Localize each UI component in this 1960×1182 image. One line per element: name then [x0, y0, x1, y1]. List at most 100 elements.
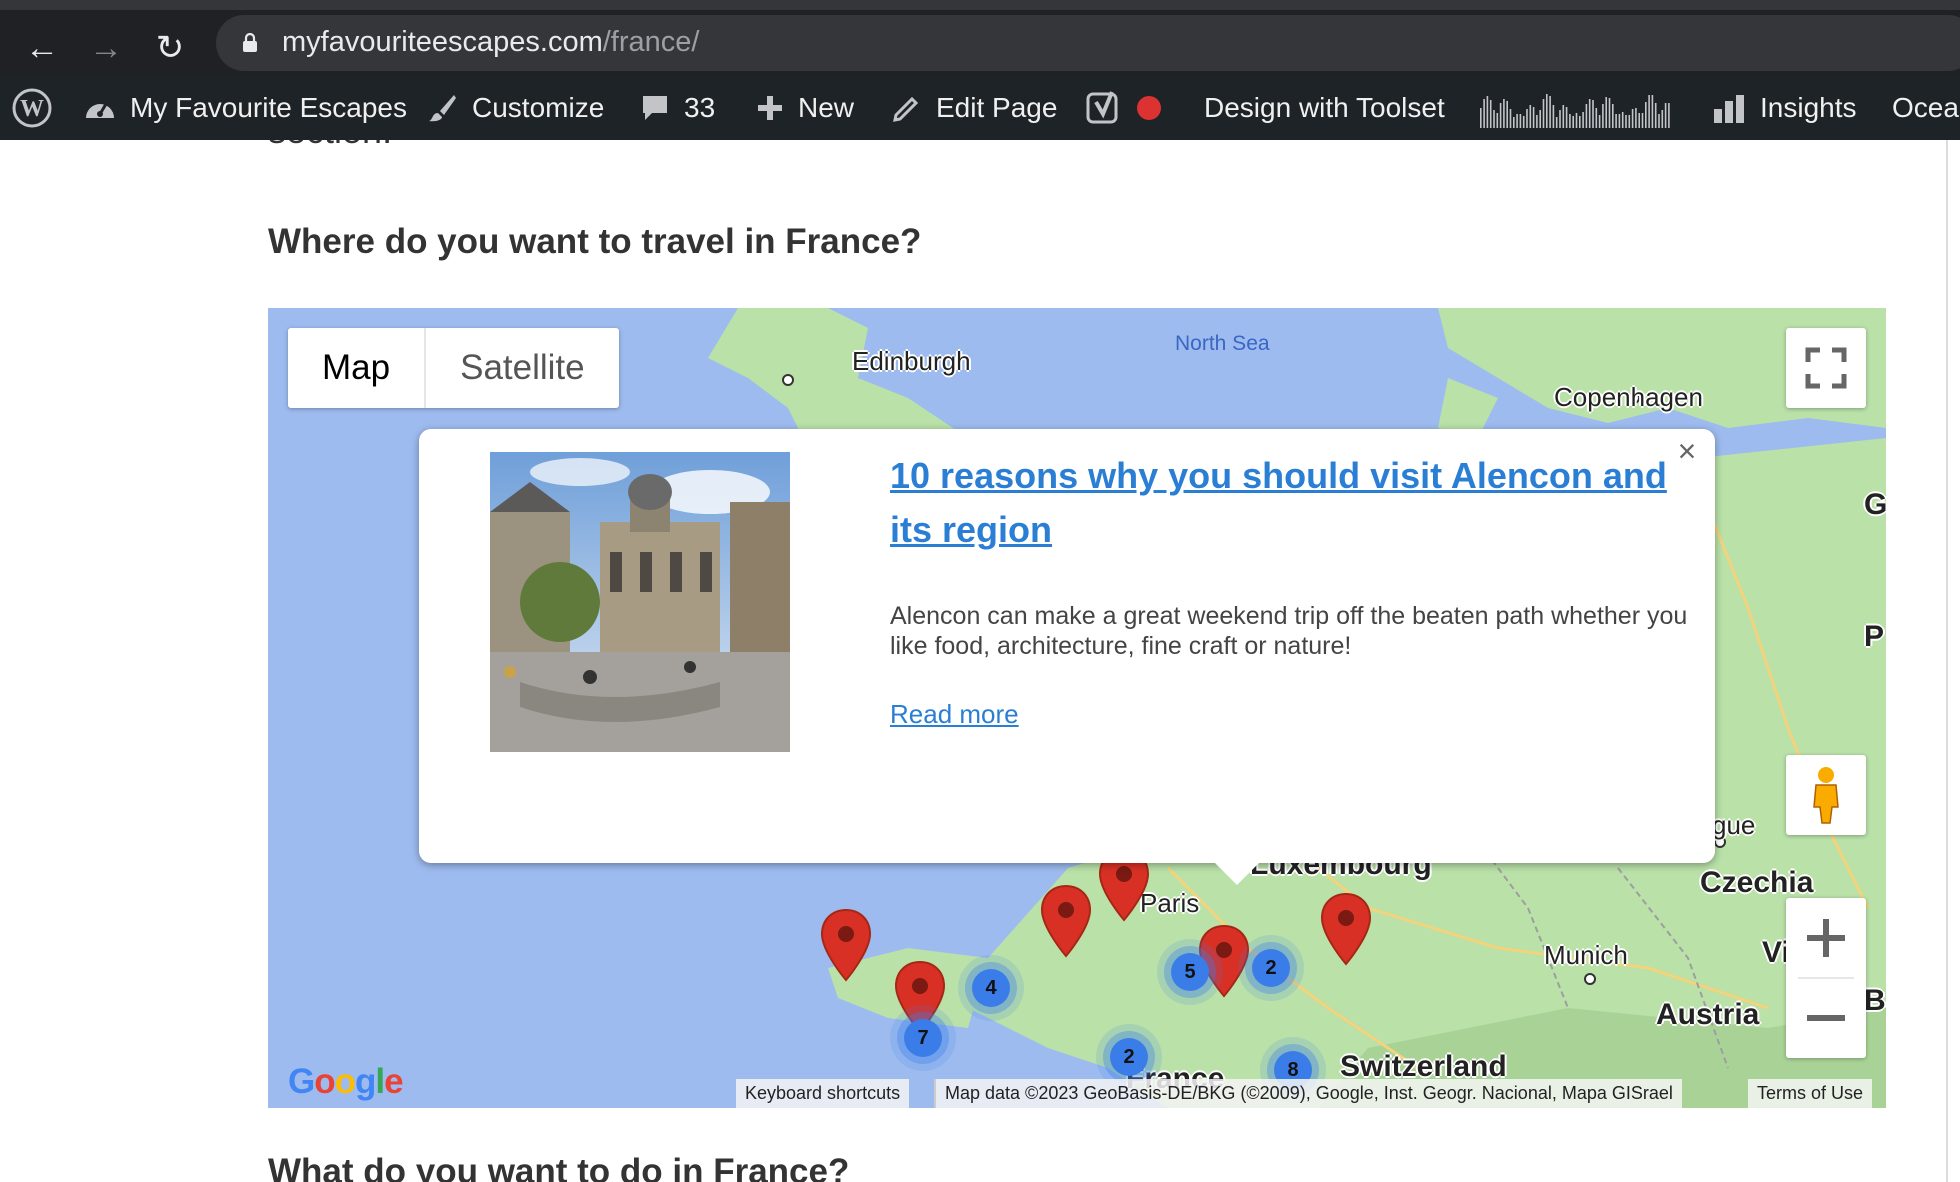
address-bar[interactable]: myfavouriteescapes.com/france/ [216, 15, 1960, 71]
sparkline-bar [1483, 99, 1485, 128]
yoast-seo-menu[interactable] [1086, 76, 1176, 140]
sparkline-bar [1631, 109, 1634, 128]
dashboard-icon [86, 103, 114, 118]
map-marker-pin-selected[interactable] [1040, 884, 1092, 958]
map-label-austria: Austria [1656, 998, 1760, 1031]
sparkline-bar [1506, 101, 1508, 128]
street-view-button[interactable] [1786, 755, 1866, 835]
sparkline-bar [1575, 113, 1578, 128]
map-cluster-2[interactable]: 2 [1252, 949, 1290, 987]
sparkline-bar [1651, 95, 1654, 128]
site-name-link[interactable]: My Favourite Escapes [84, 76, 407, 140]
sparkline-bar [1658, 114, 1660, 128]
article-excerpt: Alencon can make a great weekend trip of… [890, 602, 1688, 660]
travel-heading: Where do you want to travel in France? [268, 222, 922, 261]
article-thumbnail[interactable] [490, 452, 790, 752]
site-name-label: My Favourite Escapes [130, 92, 407, 123]
map-cluster-7[interactable]: 7 [904, 1019, 942, 1057]
forward-icon[interactable]: → [86, 28, 126, 68]
sparkline-bar [1532, 107, 1535, 128]
sparkline-bar [1602, 104, 1604, 128]
insights-link[interactable]: Insights [1712, 76, 1857, 140]
map-label-edge-b: B [1864, 984, 1886, 1017]
sparkline-bar [1612, 104, 1614, 128]
read-more-link[interactable]: Read more [890, 699, 1019, 730]
fullscreen-icon [1805, 347, 1847, 389]
sparkline-bar [1562, 105, 1565, 128]
wp-admin-bar: W My Favourite Escapes Customize 33 New … [0, 76, 1960, 140]
sparkline-bar [1519, 114, 1522, 128]
browser-toolbar: ← → ↻ myfavouriteescapes.com/france/ [0, 0, 1960, 76]
map-label-czechia: Czechia [1700, 866, 1814, 899]
map-type-control: Map Satellite [288, 328, 619, 408]
sparkline-bar [1592, 100, 1594, 128]
map-cluster-4[interactable]: 4 [972, 969, 1010, 1007]
map-data-attribution: Map data ©2023 GeoBasis-DE/BKG (©2009), … [934, 1079, 1682, 1108]
yoast-icon [1086, 91, 1118, 124]
map-marker-pin[interactable] [820, 908, 872, 982]
new-content-link[interactable]: New [756, 76, 854, 140]
edit-page-link[interactable]: Edit Page [892, 76, 1057, 140]
sparkline-bar [1654, 103, 1657, 128]
page-scrollbar-edge [1946, 140, 1948, 1182]
toolset-link[interactable]: Design with Toolset [1204, 76, 1445, 140]
brush-icon [429, 95, 456, 122]
seo-status-dot-icon [1137, 96, 1161, 120]
sparkline-bar [1664, 103, 1667, 128]
sparkline-bar [1565, 107, 1568, 128]
zoom-control [1786, 898, 1866, 1058]
sparkline-bar [1516, 114, 1518, 128]
sparkline-bar [1605, 97, 1607, 128]
comment-icon [643, 96, 667, 120]
sparkline-bar [1496, 113, 1499, 128]
sparkline-bar [1489, 100, 1492, 128]
stats-sparkline[interactable] [1480, 76, 1686, 140]
sparkline-bar [1621, 112, 1624, 128]
sparkline-bar [1625, 115, 1627, 128]
terms-of-use-link[interactable]: Terms of Use [1748, 1079, 1873, 1108]
comments-link[interactable]: 33 [640, 76, 715, 140]
zoom-out-icon[interactable] [1786, 978, 1866, 1058]
sparkline-bar [1539, 110, 1541, 128]
map-marker-pin[interactable] [1320, 892, 1372, 966]
sparkline-bar [1526, 109, 1528, 128]
sparkline-bar [1522, 116, 1525, 128]
url-text: myfavouriteescapes.com/france/ [282, 26, 699, 59]
pegman-icon [1813, 767, 1839, 824]
sparkline-bar [1595, 108, 1598, 128]
map-label-edge-p: P [1864, 620, 1885, 653]
zoom-in-icon[interactable] [1786, 898, 1866, 978]
customize-link[interactable]: Customize [428, 76, 604, 140]
back-icon[interactable]: ← [22, 28, 62, 68]
article-title-link[interactable]: 10 reasons why you should visit Alencon … [890, 449, 1690, 557]
map-type-satellite-button[interactable]: Satellite [426, 328, 619, 408]
sparkline-bar [1588, 99, 1591, 128]
sparkline-bar [1503, 99, 1505, 128]
sparkline-bar [1499, 103, 1502, 128]
sparkline-bar [1641, 113, 1644, 128]
sparkline-bar [1552, 105, 1555, 128]
sparkline-bar [1645, 102, 1647, 128]
lock-icon [243, 33, 257, 52]
customize-label: Customize [472, 92, 605, 123]
sparkline-bar [1615, 114, 1617, 128]
google-logo: Google [288, 1062, 404, 1101]
sparkline-bar [1585, 104, 1588, 128]
map-cluster-5[interactable]: 5 [1171, 953, 1209, 991]
map-type-map-button[interactable]: Map [288, 328, 427, 408]
google-map[interactable]: North Sea Edinburgh Copenhagen Paris Lux… [268, 308, 1886, 1108]
previous-paragraph-fragment: section. [268, 140, 392, 152]
oceanwp-link[interactable]: Ocear [1892, 76, 1960, 140]
url-path: /france/ [602, 26, 700, 58]
fullscreen-button[interactable] [1786, 328, 1866, 408]
wordpress-logo-icon[interactable]: W [12, 76, 66, 140]
svg-text:W: W [20, 96, 44, 122]
insights-label: Insights [1760, 92, 1857, 123]
map-cluster-2[interactable]: 2 [1110, 1038, 1148, 1076]
sparkline-bar [1480, 108, 1482, 128]
url-host: myfavouriteescapes.com [282, 26, 603, 58]
plus-icon [758, 96, 782, 120]
map-label-munich: Munich [1544, 940, 1628, 970]
keyboard-shortcuts-link[interactable]: Keyboard shortcuts [736, 1079, 910, 1108]
reload-icon[interactable]: ↻ [150, 28, 190, 68]
